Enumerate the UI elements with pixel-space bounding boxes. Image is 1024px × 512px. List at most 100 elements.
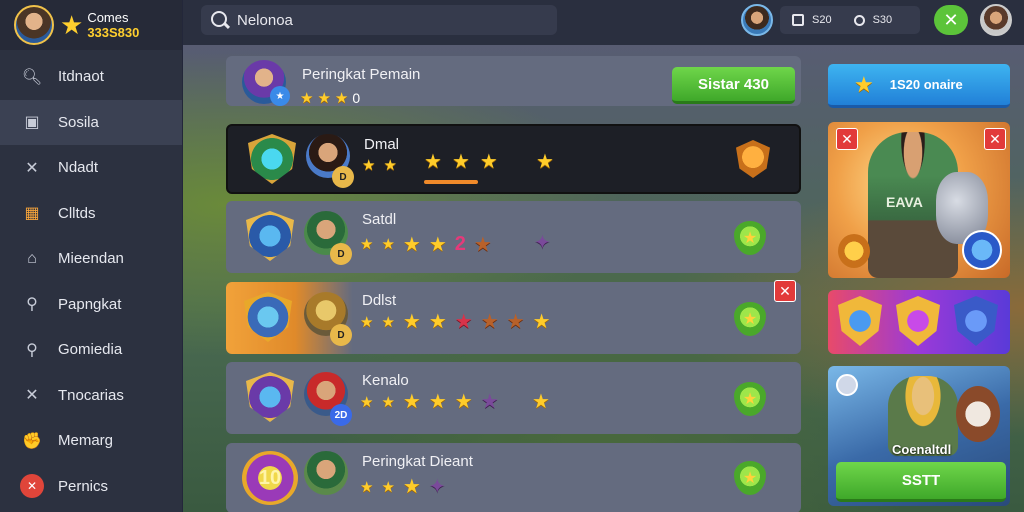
- star-icon: ★: [402, 233, 421, 256]
- star-count: 0: [352, 90, 361, 106]
- sidebar-item-1[interactable]: ▣ Sosila: [0, 99, 182, 145]
- sidebar-item-0[interactable]: 🔍︎ Itdnaot: [0, 54, 182, 100]
- rating-stars: ★ ★ ★: [424, 152, 498, 172]
- close-button[interactable]: ✕: [774, 280, 796, 302]
- table-row[interactable]: 10 Peringkat Dieant ★ ★ ★ ✦ ★: [226, 443, 801, 512]
- star-icon: ★: [381, 393, 395, 411]
- search-input[interactable]: [237, 11, 537, 29]
- hero-card[interactable]: EAVA ✕ ✕: [828, 122, 1010, 278]
- star-icon: ★: [451, 151, 470, 173]
- crossed-swords-icon: ✕: [25, 159, 39, 177]
- table-row[interactable]: D Satdl ★ ★ ★ ★ 2 ★ ✦ ★: [226, 201, 801, 273]
- sidebar-item-label: Itdnaot: [58, 68, 104, 86]
- avatar[interactable]: [980, 4, 1012, 36]
- gem-icon[interactable]: ★: [734, 221, 766, 255]
- gem-icon[interactable]: ★: [734, 382, 766, 416]
- online-label: 1S20 onaire: [889, 77, 963, 92]
- gauntlet-icon: ✊: [22, 432, 42, 450]
- avatar[interactable]: [14, 5, 54, 45]
- home-icon: ⌂: [27, 249, 37, 267]
- back-icon[interactable]: [836, 374, 858, 396]
- star-icon: ★: [454, 391, 473, 413]
- gem-icon[interactable]: ★: [734, 302, 766, 336]
- close-button[interactable]: ✕: [984, 128, 1006, 150]
- sidebar-item-4[interactable]: ⌂ Mieendan: [0, 236, 182, 282]
- star-icon: ★: [270, 86, 290, 106]
- orb-icon[interactable]: [962, 230, 1002, 270]
- sidebar: ★ Comes 333S830 🔍︎ Itdnaot ▣ Sosila ✕ Nd…: [0, 0, 183, 512]
- hero-label: EAVA: [886, 194, 923, 210]
- sidebar-item-7[interactable]: ✕ Tnocarias: [0, 373, 182, 419]
- shield-icon[interactable]: [954, 296, 998, 346]
- leaderboard: ★ Peringkat Pemain ★ ★ ★ 0 Sistar 430 D …: [226, 56, 801, 512]
- star-icon: ✦: [534, 232, 551, 254]
- star-icon: ★: [334, 89, 349, 107]
- shield-icon[interactable]: [896, 296, 940, 346]
- sidebar-item-label: Mieendan: [58, 250, 124, 268]
- rating-stars: ★ ★ ★ ★ ★ ★: [360, 392, 499, 412]
- player-name: Kenalo: [362, 372, 409, 389]
- stat-value: S30: [872, 14, 893, 26]
- sistar-button[interactable]: Sistar 430: [672, 67, 795, 104]
- search-bar[interactable]: [201, 5, 557, 35]
- star-icon: ★: [317, 89, 331, 107]
- rating-stars: ★ ★ ★ ✦: [360, 477, 446, 497]
- star-icon: ★: [480, 391, 499, 413]
- card-icon: ▣: [24, 114, 40, 132]
- star-icon: ★: [424, 151, 442, 173]
- star-icon: ★: [362, 157, 376, 174]
- rank-number: 2: [454, 233, 466, 255]
- table-row[interactable]: D Ddlst ★ ★ ★ ★ ★ ★ ★ ★ ★ ✕: [226, 280, 801, 354]
- chest-icon: ▦: [24, 205, 40, 223]
- star-icon: ★: [479, 151, 498, 173]
- sidebar-item-8[interactable]: ✊ Memarg: [0, 418, 182, 464]
- player-name: Dmal: [364, 136, 400, 153]
- shield-icon: [244, 292, 292, 342]
- player-score: 333S830: [87, 25, 140, 40]
- star-icon: ★: [381, 313, 395, 331]
- star-icon: ★: [360, 478, 374, 496]
- sidebar-item-5[interactable]: ⚲ Papngkat: [0, 282, 182, 328]
- online-button[interactable]: ★ 1S20 onaire: [828, 64, 1010, 108]
- gem-icon[interactable]: ★: [734, 461, 766, 495]
- avatar[interactable]: [741, 4, 773, 36]
- sidebar-item-3[interactable]: ▦ Clltds: [0, 191, 182, 237]
- sidebar-item-9[interactable]: ✕ Pernics: [0, 464, 182, 510]
- search-icon: [209, 9, 231, 31]
- promo-card[interactable]: Coenaltdl SSTT: [828, 366, 1010, 506]
- rating-stars: ★ ★ ★ 0: [300, 90, 360, 106]
- gem-icon[interactable]: [736, 140, 770, 178]
- close-button[interactable]: ✕: [934, 5, 968, 35]
- rank-badge: 10: [242, 451, 298, 505]
- shield-icon[interactable]: [838, 296, 882, 346]
- sidebar-item-2[interactable]: ✕ Ndadt: [0, 145, 182, 191]
- crossed-swords-icon: ✕: [25, 387, 39, 405]
- star-icon: ★: [536, 151, 554, 173]
- table-row[interactable]: D Dmal ★ ★ ★ ★ ★ ★: [226, 124, 801, 194]
- player-name: Peringkat Dieant: [362, 453, 473, 470]
- star-icon: ★: [381, 478, 395, 496]
- top-bar: S20 S30 ✕: [183, 0, 1024, 45]
- player-profile[interactable]: ★ Comes 333S830: [0, 0, 182, 50]
- close-button[interactable]: ✕: [836, 128, 858, 150]
- sidebar-item-label: Tnocarias: [58, 386, 124, 404]
- close-icon: ✕: [943, 9, 959, 30]
- sidebar-item-label: Gomiedia: [58, 341, 123, 359]
- star-icon: ★: [473, 233, 492, 256]
- rank-badge: D: [332, 166, 354, 188]
- player-name: Ddlst: [362, 292, 397, 309]
- coin-icon: [838, 234, 870, 268]
- star-icon: ✦: [428, 476, 446, 498]
- player-name: Satdl: [362, 211, 397, 228]
- table-row[interactable]: 2D Kenalo ★ ★ ★ ★ ★ ★ ★ ★: [226, 362, 801, 434]
- sidebar-item-label: Clltds: [58, 204, 96, 222]
- promo-button[interactable]: SSTT: [836, 462, 1006, 502]
- rank-badge: 2D: [330, 404, 352, 426]
- star-icon: ★: [383, 157, 397, 174]
- rank-badge: D: [330, 324, 352, 346]
- star-icon: ★: [532, 311, 551, 333]
- stat-value: S20: [812, 14, 832, 26]
- sidebar-item-6[interactable]: ⚲ Gomiedia: [0, 327, 182, 373]
- star-icon: ★: [402, 391, 421, 413]
- star-icon: ★: [402, 311, 421, 333]
